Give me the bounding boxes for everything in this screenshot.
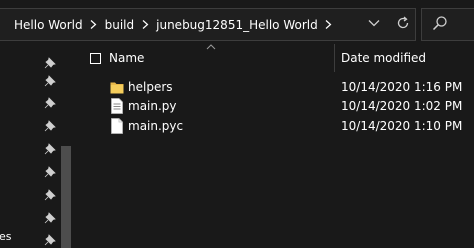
column-divider[interactable] [334,44,335,72]
column-name[interactable]: Name [109,51,144,65]
file-date: 10/14/2020 1:02 PM [341,99,463,113]
column-date-modified[interactable]: Date modified [341,51,426,65]
file-date: 10/14/2020 1:10 PM [341,119,463,133]
file-name: main.pyc [128,119,184,133]
pin-icon[interactable] [44,234,56,246]
pin-icon[interactable] [44,189,56,201]
pin-icon[interactable] [44,75,56,87]
file-row-helpers[interactable]: helpers 10/14/2020 1:16 PM [80,77,474,97]
pin-icon[interactable] [44,57,56,69]
breadcrumb-hello-world[interactable]: Hello World [0,18,87,32]
pin-icon[interactable] [44,143,56,155]
file-row-main-py[interactable]: main.py 10/14/2020 1:02 PM [80,96,474,116]
file-name: helpers [128,80,173,94]
breadcrumb: Hello World build junebug12851_Hello Wor… [0,8,336,41]
nav-item-label[interactable]: es [0,230,12,243]
refresh-icon[interactable] [395,15,411,31]
pin-icon[interactable] [44,166,56,178]
sort-up-icon [206,44,216,50]
pin-icon[interactable] [44,120,56,132]
folder-icon [110,82,124,94]
document-icon [111,98,123,114]
search-icon[interactable] [432,15,448,31]
breadcrumb-current-folder[interactable]: junebug12851_Hello World [152,18,322,32]
pin-icon[interactable] [44,212,56,224]
chevron-right-icon[interactable] [322,18,336,32]
blank-file-icon [111,118,123,134]
file-name: main.py [128,99,177,113]
file-date: 10/14/2020 1:16 PM [341,80,463,94]
file-row-main-pyc[interactable]: main.pyc 10/14/2020 1:10 PM [80,116,474,136]
chevron-down-icon[interactable] [367,16,381,30]
chevron-right-icon[interactable] [138,18,152,32]
chevron-right-icon[interactable] [87,18,101,32]
pin-icon[interactable] [44,97,56,109]
breadcrumb-build[interactable]: build [101,18,139,32]
nav-scrollbar[interactable] [61,146,71,248]
select-all-checkbox[interactable] [90,53,101,64]
